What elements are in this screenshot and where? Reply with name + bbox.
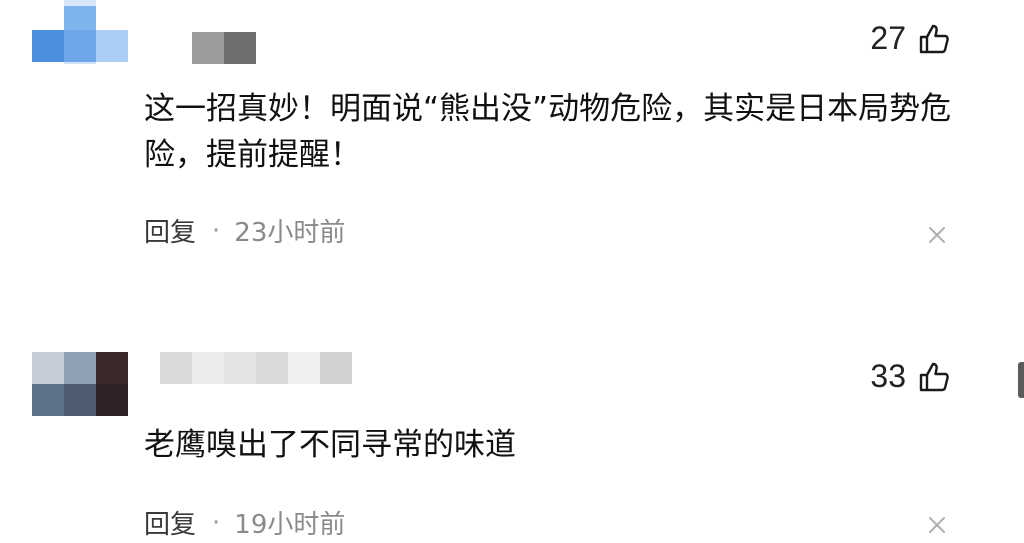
scrollbar-handle[interactable] (1018, 362, 1024, 398)
username-pixel (256, 352, 288, 384)
close-icon[interactable] (924, 512, 950, 538)
like-count: 33 (870, 358, 906, 394)
username-blurred[interactable] (160, 352, 352, 384)
avatar-pixel (32, 384, 64, 416)
avatar-pixel (96, 352, 128, 384)
avatar-pixel (96, 384, 128, 416)
like-control[interactable]: 33 (870, 358, 950, 395)
meta-separator: · (212, 507, 221, 538)
avatar-pixel (64, 352, 96, 384)
avatar[interactable] (32, 352, 128, 416)
username-pixel (288, 352, 320, 384)
comment-meta: 回复 · 19小时前 (144, 504, 345, 541)
comment-text: 老鹰嗅出了不同寻常的味道 (144, 427, 516, 463)
avatar-pixel (64, 384, 96, 416)
username-pixel (224, 352, 256, 384)
avatar-pixel (32, 352, 64, 384)
comment-item-2: 33 老鹰嗅出了不同寻常的味道 回复 · 19小时前 (0, 0, 1024, 543)
timestamp: 19小时前 (234, 510, 346, 540)
username-pixel (192, 352, 224, 384)
username-pixel (160, 352, 192, 384)
username-pixel (320, 352, 352, 384)
reply-button[interactable]: 回复 (144, 504, 196, 541)
thumbs-up-icon[interactable] (918, 361, 950, 393)
